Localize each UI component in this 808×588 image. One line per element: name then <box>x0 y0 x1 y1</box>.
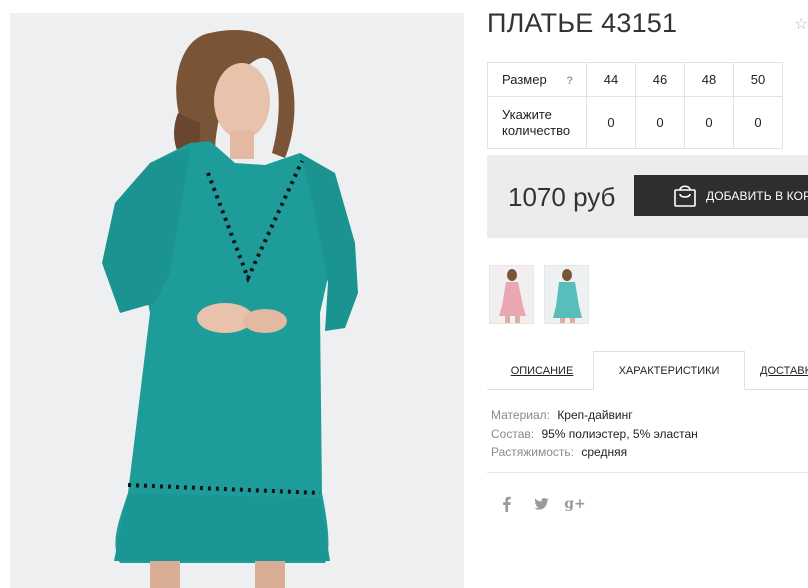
thumbnail-pink-dress[interactable] <box>489 265 534 324</box>
thumbnail-teal-dress[interactable] <box>544 265 589 324</box>
size-44: 44 <box>586 62 636 97</box>
quantity-50-input[interactable]: 0 <box>733 96 783 149</box>
add-to-cart-label: ДОБАВИТЬ В КОРЗИНУ <box>706 188 808 203</box>
spec-key: Материал: <box>491 408 550 422</box>
main-product-image[interactable] <box>10 13 464 588</box>
quantity-48-input[interactable]: 0 <box>684 96 734 149</box>
spec-stretch: Растяжимость: средняя <box>491 443 698 462</box>
spec-value: средняя <box>581 445 628 459</box>
quantity-44-input[interactable]: 0 <box>586 96 636 149</box>
spec-key: Состав: <box>491 426 535 441</box>
shopping-bag-icon <box>674 185 696 207</box>
googleplus-label: g+ <box>564 496 586 512</box>
spec-key: Растяжимость: <box>491 445 575 459</box>
size-label: Размер <box>502 72 547 87</box>
price-box: 1070 руб ДОБАВИТЬ В КОРЗИНУ <box>487 155 808 238</box>
star-icon[interactable]: ☆ <box>794 14 808 34</box>
product-price: 1070 руб <box>508 182 616 212</box>
size-48: 48 <box>684 62 734 97</box>
size-table: Размер ? 44 46 48 50 Укажите количество … <box>487 62 783 149</box>
facebook-icon[interactable] <box>501 495 513 513</box>
help-question-icon[interactable]: ? <box>566 75 573 87</box>
quantity-46-input[interactable]: 0 <box>635 96 685 149</box>
specs-list: Материал: Креп-дайвинг Состав: 95% полиэ… <box>491 406 698 462</box>
spec-value: Креп-дайвинг <box>557 408 633 422</box>
section-divider <box>487 472 808 473</box>
tab-characteristics[interactable]: ХАРАКТЕРИСТИКИ <box>593 351 745 390</box>
size-50: 50 <box>733 62 783 97</box>
quantity-row: Укажите количество 0 0 0 0 <box>487 96 783 149</box>
add-to-cart-button[interactable]: ДОБАВИТЬ В КОРЗИНУ <box>634 175 808 216</box>
googleplus-icon[interactable]: g+ <box>564 495 586 513</box>
size-label-cell: Размер ? <box>487 62 587 97</box>
twitter-icon[interactable] <box>533 495 549 513</box>
product-title: ПЛАТЬЕ 43151 <box>487 8 678 38</box>
spec-value: 95% полиэстер, 5% эластан <box>541 426 698 441</box>
spec-material: Материал: Креп-дайвинг <box>491 406 698 425</box>
tab-delivery[interactable]: ДОСТАВКА <box>760 351 808 390</box>
size-row: Размер ? 44 46 48 50 <box>487 62 783 97</box>
spec-composition: Состав: 95% полиэстер, 5% эластан <box>491 425 698 444</box>
size-46: 46 <box>635 62 685 97</box>
tab-description[interactable]: ОПИСАНИЕ <box>507 351 577 390</box>
quantity-label: Укажите количество <box>487 96 587 149</box>
